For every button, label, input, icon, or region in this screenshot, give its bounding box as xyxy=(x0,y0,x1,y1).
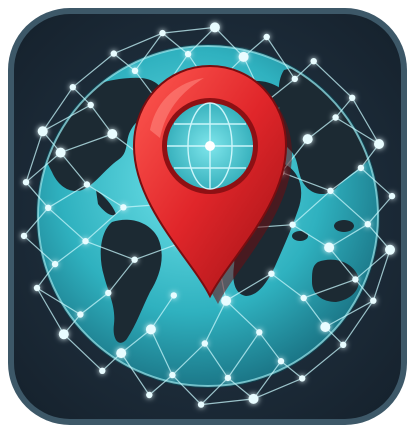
network-node xyxy=(277,358,285,365)
network-node xyxy=(268,270,275,277)
network-node xyxy=(256,329,263,336)
network-node xyxy=(110,50,118,57)
network-node xyxy=(45,204,52,211)
network-node xyxy=(82,238,89,245)
network-node xyxy=(77,311,84,318)
network-node xyxy=(87,101,94,109)
network-node xyxy=(209,22,220,33)
network-node xyxy=(58,329,69,340)
network-node xyxy=(340,341,347,348)
network-node xyxy=(370,297,377,304)
network-node xyxy=(291,75,298,83)
network-node xyxy=(385,244,395,255)
network-node xyxy=(357,164,365,172)
network-node xyxy=(300,294,307,302)
network-node xyxy=(289,221,296,228)
network-node xyxy=(332,114,339,121)
network-node xyxy=(83,181,91,188)
app-icon xyxy=(0,0,415,433)
network-node xyxy=(374,139,384,149)
network-node xyxy=(327,187,334,194)
network-node xyxy=(310,58,317,65)
network-node xyxy=(37,126,48,137)
network-node xyxy=(116,348,127,359)
network-node xyxy=(159,29,166,37)
network-node xyxy=(99,367,106,374)
network-node xyxy=(248,393,259,404)
network-node xyxy=(364,221,371,228)
network-node xyxy=(349,94,356,102)
network-node xyxy=(20,232,28,240)
network-node xyxy=(263,33,270,41)
network-node xyxy=(170,292,177,299)
network-node xyxy=(55,147,66,158)
island-east xyxy=(334,220,354,232)
network-node xyxy=(145,324,156,335)
network-node xyxy=(146,391,153,399)
network-node xyxy=(105,289,112,297)
network-node xyxy=(131,256,138,263)
network-node xyxy=(197,401,205,408)
network-node xyxy=(299,375,306,382)
network-node xyxy=(184,50,192,58)
network-node xyxy=(51,260,59,268)
network-node xyxy=(201,340,208,347)
network-node xyxy=(302,134,313,145)
network-node xyxy=(388,192,396,200)
network-node xyxy=(33,284,41,292)
app-icon-graphic xyxy=(8,8,407,425)
network-node xyxy=(324,242,335,253)
network-node xyxy=(221,295,232,306)
network-node xyxy=(120,204,127,211)
network-node xyxy=(320,322,331,332)
network-node xyxy=(22,179,30,186)
network-node xyxy=(238,51,249,62)
network-node xyxy=(169,371,176,379)
network-node xyxy=(69,84,77,91)
network-node xyxy=(352,276,359,283)
pin-center-dot xyxy=(205,141,215,151)
network-node xyxy=(224,374,232,382)
network-node xyxy=(107,129,118,139)
network-node xyxy=(131,67,139,75)
